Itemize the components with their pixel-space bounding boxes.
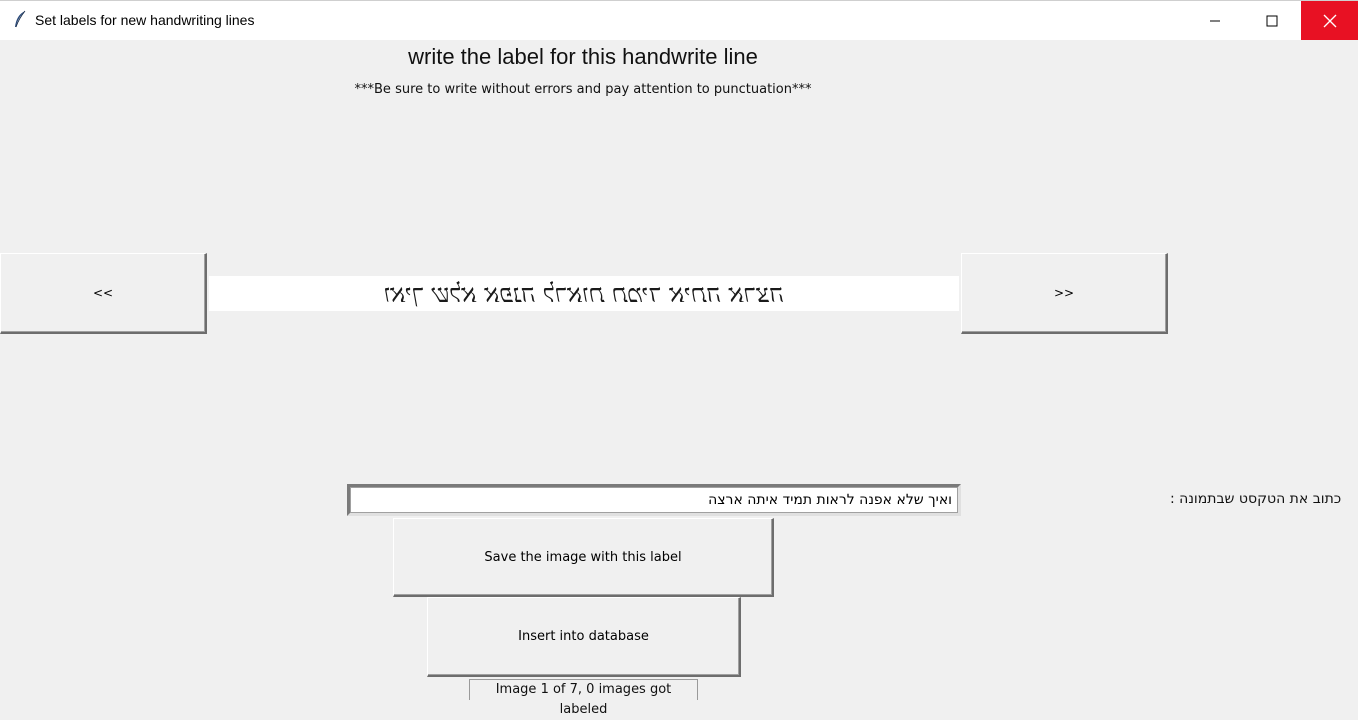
feather-icon: [10, 10, 30, 30]
close-icon: [1323, 14, 1336, 27]
minimize-icon: [1209, 20, 1220, 21]
next-image-button[interactable]: >>: [961, 253, 1168, 334]
window-title: Set labels for new handwriting lines: [35, 12, 255, 28]
previous-image-button[interactable]: <<: [0, 253, 207, 334]
handwriting-text: ואיך שלא אפנה לראות תמיד איתה ארצה: [384, 279, 784, 308]
status-label: Image 1 of 7, 0 images got labeled: [469, 679, 698, 717]
label-input[interactable]: [347, 484, 961, 516]
label-prompt: : כתוב את הטקסט שבתמונה: [1170, 491, 1342, 507]
minimize-button[interactable]: [1186, 1, 1243, 40]
close-button[interactable]: [1301, 1, 1358, 40]
title-bar: Set labels for new handwriting lines: [0, 0, 1358, 40]
maximize-button[interactable]: [1243, 1, 1300, 40]
insert-database-button[interactable]: Insert into database: [427, 597, 741, 677]
maximize-icon: [1266, 15, 1277, 26]
save-label-button[interactable]: Save the image with this label: [393, 518, 774, 597]
handwriting-image: ואיך שלא אפנה לראות תמיד איתה ארצה: [209, 276, 959, 311]
page-heading: write the label for this handwrite line: [408, 44, 758, 69]
instructions-text: ***Be sure to write without errors and p…: [354, 82, 812, 97]
